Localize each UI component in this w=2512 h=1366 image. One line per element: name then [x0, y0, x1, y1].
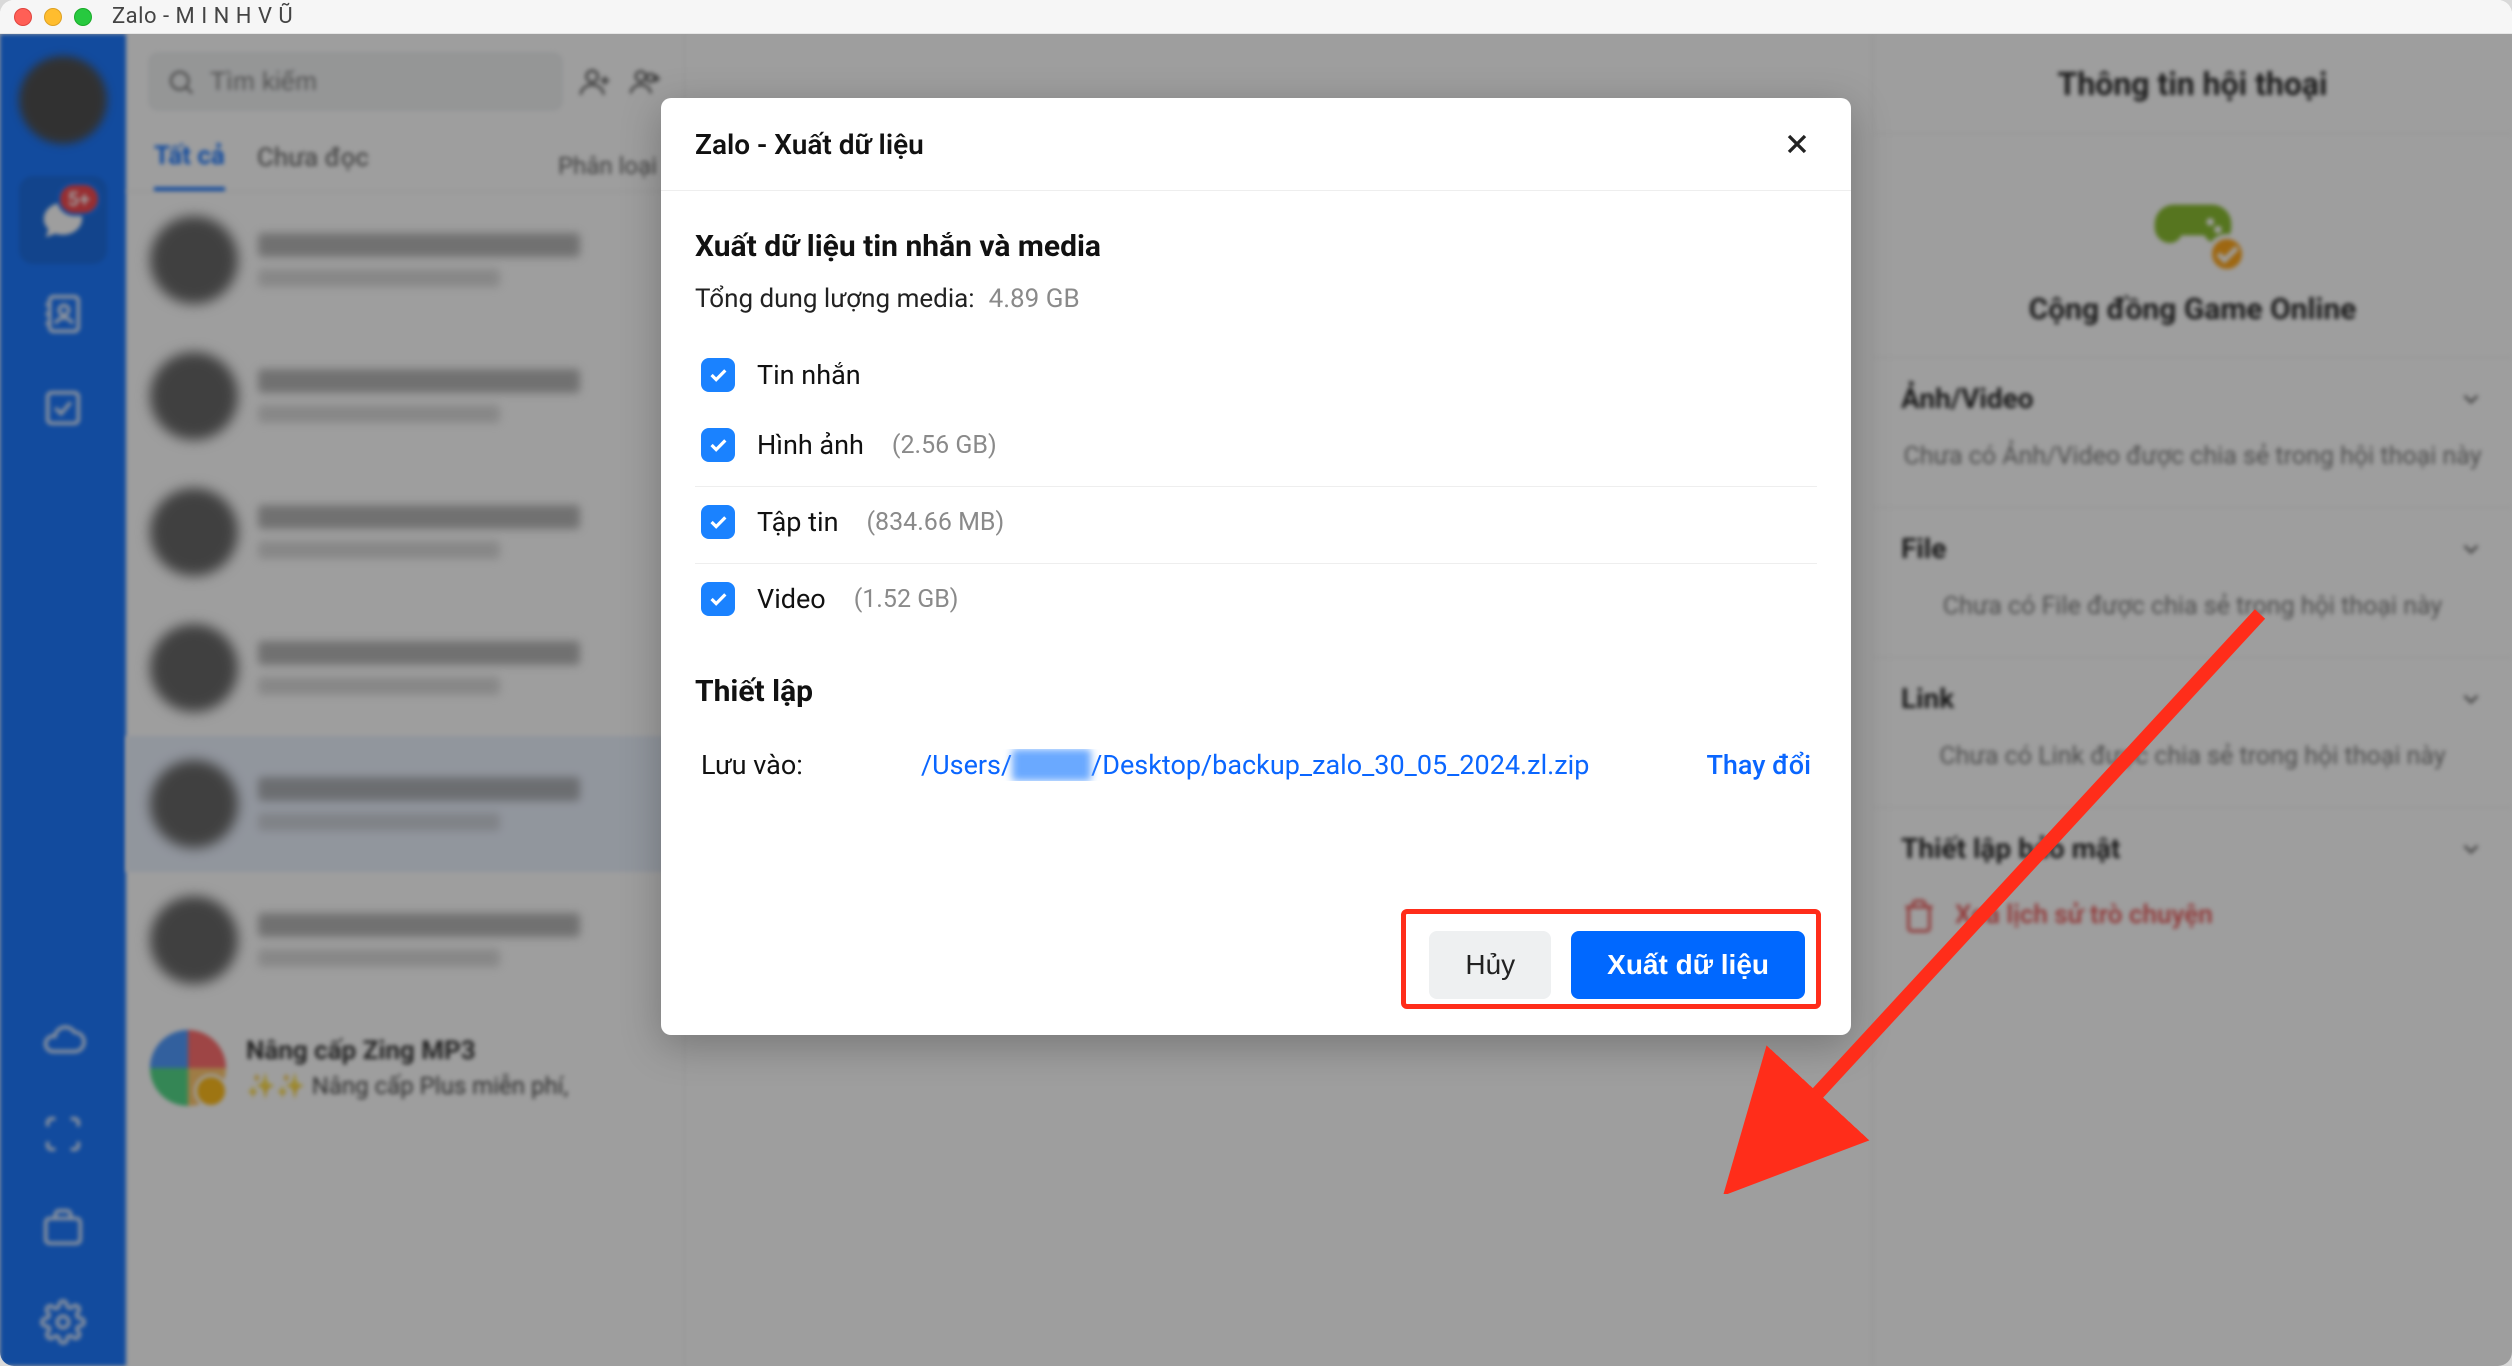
- export-button[interactable]: Xuất dữ liệu: [1571, 931, 1805, 999]
- save-to-label: Lưu vào:: [701, 749, 881, 781]
- checkbox-video[interactable]: [701, 582, 735, 616]
- option-video-size: (1.52 GB): [854, 585, 959, 614]
- export-data-dialog: Zalo - Xuất dữ liệu Xuất dữ liệu tin nhắ…: [661, 98, 1851, 1035]
- check-icon: [707, 588, 729, 610]
- minimize-window-button[interactable]: [44, 8, 62, 26]
- window-title: Zalo - M I N H V Ũ: [112, 4, 293, 29]
- modal-backdrop: Zalo - Xuất dữ liệu Xuất dữ liệu tin nhắ…: [0, 34, 2512, 1366]
- option-images[interactable]: Hình ảnh (2.56 GB): [695, 410, 1817, 480]
- change-path-button[interactable]: Thay đổi: [1706, 749, 1811, 781]
- option-images-label: Hình ảnh: [757, 429, 864, 461]
- window-titlebar: Zalo - M I N H V Ũ: [0, 0, 2512, 34]
- cancel-button[interactable]: Hủy: [1429, 931, 1551, 999]
- settings-section-heading: Thiết lập: [695, 674, 1817, 709]
- check-icon: [707, 511, 729, 533]
- check-icon: [707, 364, 729, 386]
- option-messages-label: Tin nhắn: [757, 359, 861, 391]
- checkbox-images[interactable]: [701, 428, 735, 462]
- close-icon: [1781, 128, 1813, 160]
- dialog-close-button[interactable]: [1777, 124, 1817, 164]
- export-section-heading: Xuất dữ liệu tin nhắn và media: [695, 229, 1817, 264]
- option-video[interactable]: Video (1.52 GB): [695, 564, 1817, 634]
- option-images-size: (2.56 GB): [892, 431, 997, 460]
- close-window-button[interactable]: [14, 8, 32, 26]
- option-video-label: Video: [757, 583, 826, 615]
- dialog-title: Zalo - Xuất dữ liệu: [695, 128, 924, 161]
- zoom-window-button[interactable]: [74, 8, 92, 26]
- media-total-value: 4.89 GB: [989, 284, 1080, 314]
- media-total-label: Tổng dung lượng media:: [695, 284, 975, 314]
- option-files-size: (834.66 MB): [866, 508, 1004, 537]
- checkbox-files[interactable]: [701, 505, 735, 539]
- checkbox-messages[interactable]: [701, 358, 735, 392]
- save-path: /Users/xxxxx/Desktop/backup_zalo_30_05_2…: [921, 749, 1666, 781]
- option-files[interactable]: Tập tin (834.66 MB): [695, 487, 1817, 557]
- option-messages[interactable]: Tin nhắn: [695, 340, 1817, 410]
- option-files-label: Tập tin: [757, 506, 838, 538]
- check-icon: [707, 434, 729, 456]
